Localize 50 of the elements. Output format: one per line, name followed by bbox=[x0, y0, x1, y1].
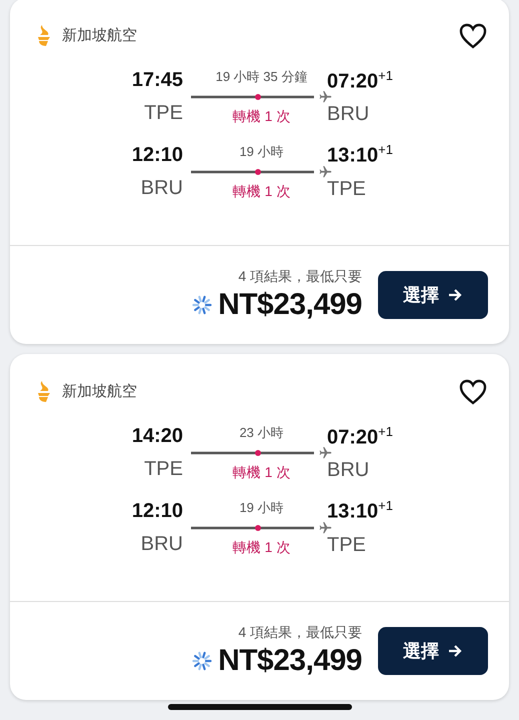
airplane-icon bbox=[318, 164, 332, 179]
stops-label: 轉機 1 次 bbox=[232, 538, 290, 557]
loading-spinner-icon bbox=[192, 650, 212, 671]
airline-name: 新加坡航空 bbox=[62, 26, 137, 46]
heart-icon[interactable] bbox=[459, 22, 487, 49]
results-summary: 4 項結果，最低只要 bbox=[238, 268, 362, 286]
results-summary: 4 項結果，最低只要 bbox=[238, 624, 362, 642]
flight-card[interactable]: 新加坡航空 14:20 TPE 23 小時 轉機 1 次 07:20$^{+1}$ BRU 12:10 BRU 19 小時 轉機 1 次 13:10$^{+1}$ TPE 4 項結果，最低只要 NT$23,499 選擇 bbox=[10, 354, 509, 700]
route-line-icon bbox=[190, 168, 314, 175]
airport-code: BRU bbox=[140, 176, 183, 200]
departure-time: 14:20 bbox=[132, 424, 183, 448]
select-button[interactable]: 選擇 bbox=[378, 626, 488, 675]
route-line-icon bbox=[190, 450, 314, 456]
route-line-icon bbox=[190, 94, 314, 100]
arrow-icon bbox=[447, 642, 463, 659]
airport-code: BRU bbox=[140, 532, 183, 556]
departure-time: 17:45 bbox=[132, 68, 183, 92]
loading-spinner-icon bbox=[192, 294, 212, 315]
stops-label: 轉機 1 次 bbox=[232, 182, 290, 201]
flight-card[interactable]: 新加坡航空 17:45 TPE 19 小時 35 分鐘 轉機 1 次 07:20$^{+1}$ BRU 12:10 BRU 19 小時 轉機 1 次 13:10$^{+1}$ TPE 4 項結果，最低只要 NT$23,499 選擇 bbox=[10, 0, 509, 344]
departure-time: 12:10 bbox=[132, 144, 183, 167]
flight-duration: 19 小時 bbox=[239, 498, 284, 517]
arrival-time: 07:20$^{+1}$ bbox=[327, 68, 393, 94]
stops-label: 轉機 1 次 bbox=[232, 108, 290, 126]
price: NT$23,499 bbox=[218, 288, 362, 322]
flight-duration: 19 小時 bbox=[239, 142, 284, 161]
flight-duration: 19 小時 35 分鐘 bbox=[216, 68, 308, 86]
price: NT$23,499 bbox=[218, 644, 362, 678]
route-line-icon bbox=[190, 524, 314, 531]
flight-duration: 23 小時 bbox=[239, 424, 284, 442]
airport-code: TPE bbox=[327, 534, 366, 557]
airport-code: TPE bbox=[144, 458, 183, 481]
arrival-time: 13:10$^{+1}$ bbox=[327, 498, 393, 524]
airport-code: TPE bbox=[144, 102, 183, 125]
select-button[interactable]: 選擇 bbox=[378, 270, 488, 319]
departure-time: 12:10 bbox=[132, 500, 183, 523]
arrow-icon bbox=[447, 286, 463, 303]
airline-logo-icon bbox=[36, 380, 52, 403]
airplane-icon bbox=[318, 520, 332, 535]
airport-code: TPE bbox=[327, 178, 366, 201]
arrival-time: 13:10$^{+1}$ bbox=[327, 142, 393, 168]
airport-code: BRU bbox=[327, 103, 370, 126]
arrival-time: 07:20$^{+1}$ bbox=[327, 424, 393, 450]
airplane-icon bbox=[318, 90, 332, 104]
airline-logo-icon bbox=[36, 24, 52, 47]
stops-label: 轉機 1 次 bbox=[232, 464, 290, 482]
airline-name: 新加坡航空 bbox=[62, 382, 137, 402]
airplane-icon bbox=[318, 446, 332, 460]
heart-icon[interactable] bbox=[459, 378, 487, 405]
airport-code: BRU bbox=[327, 459, 370, 482]
